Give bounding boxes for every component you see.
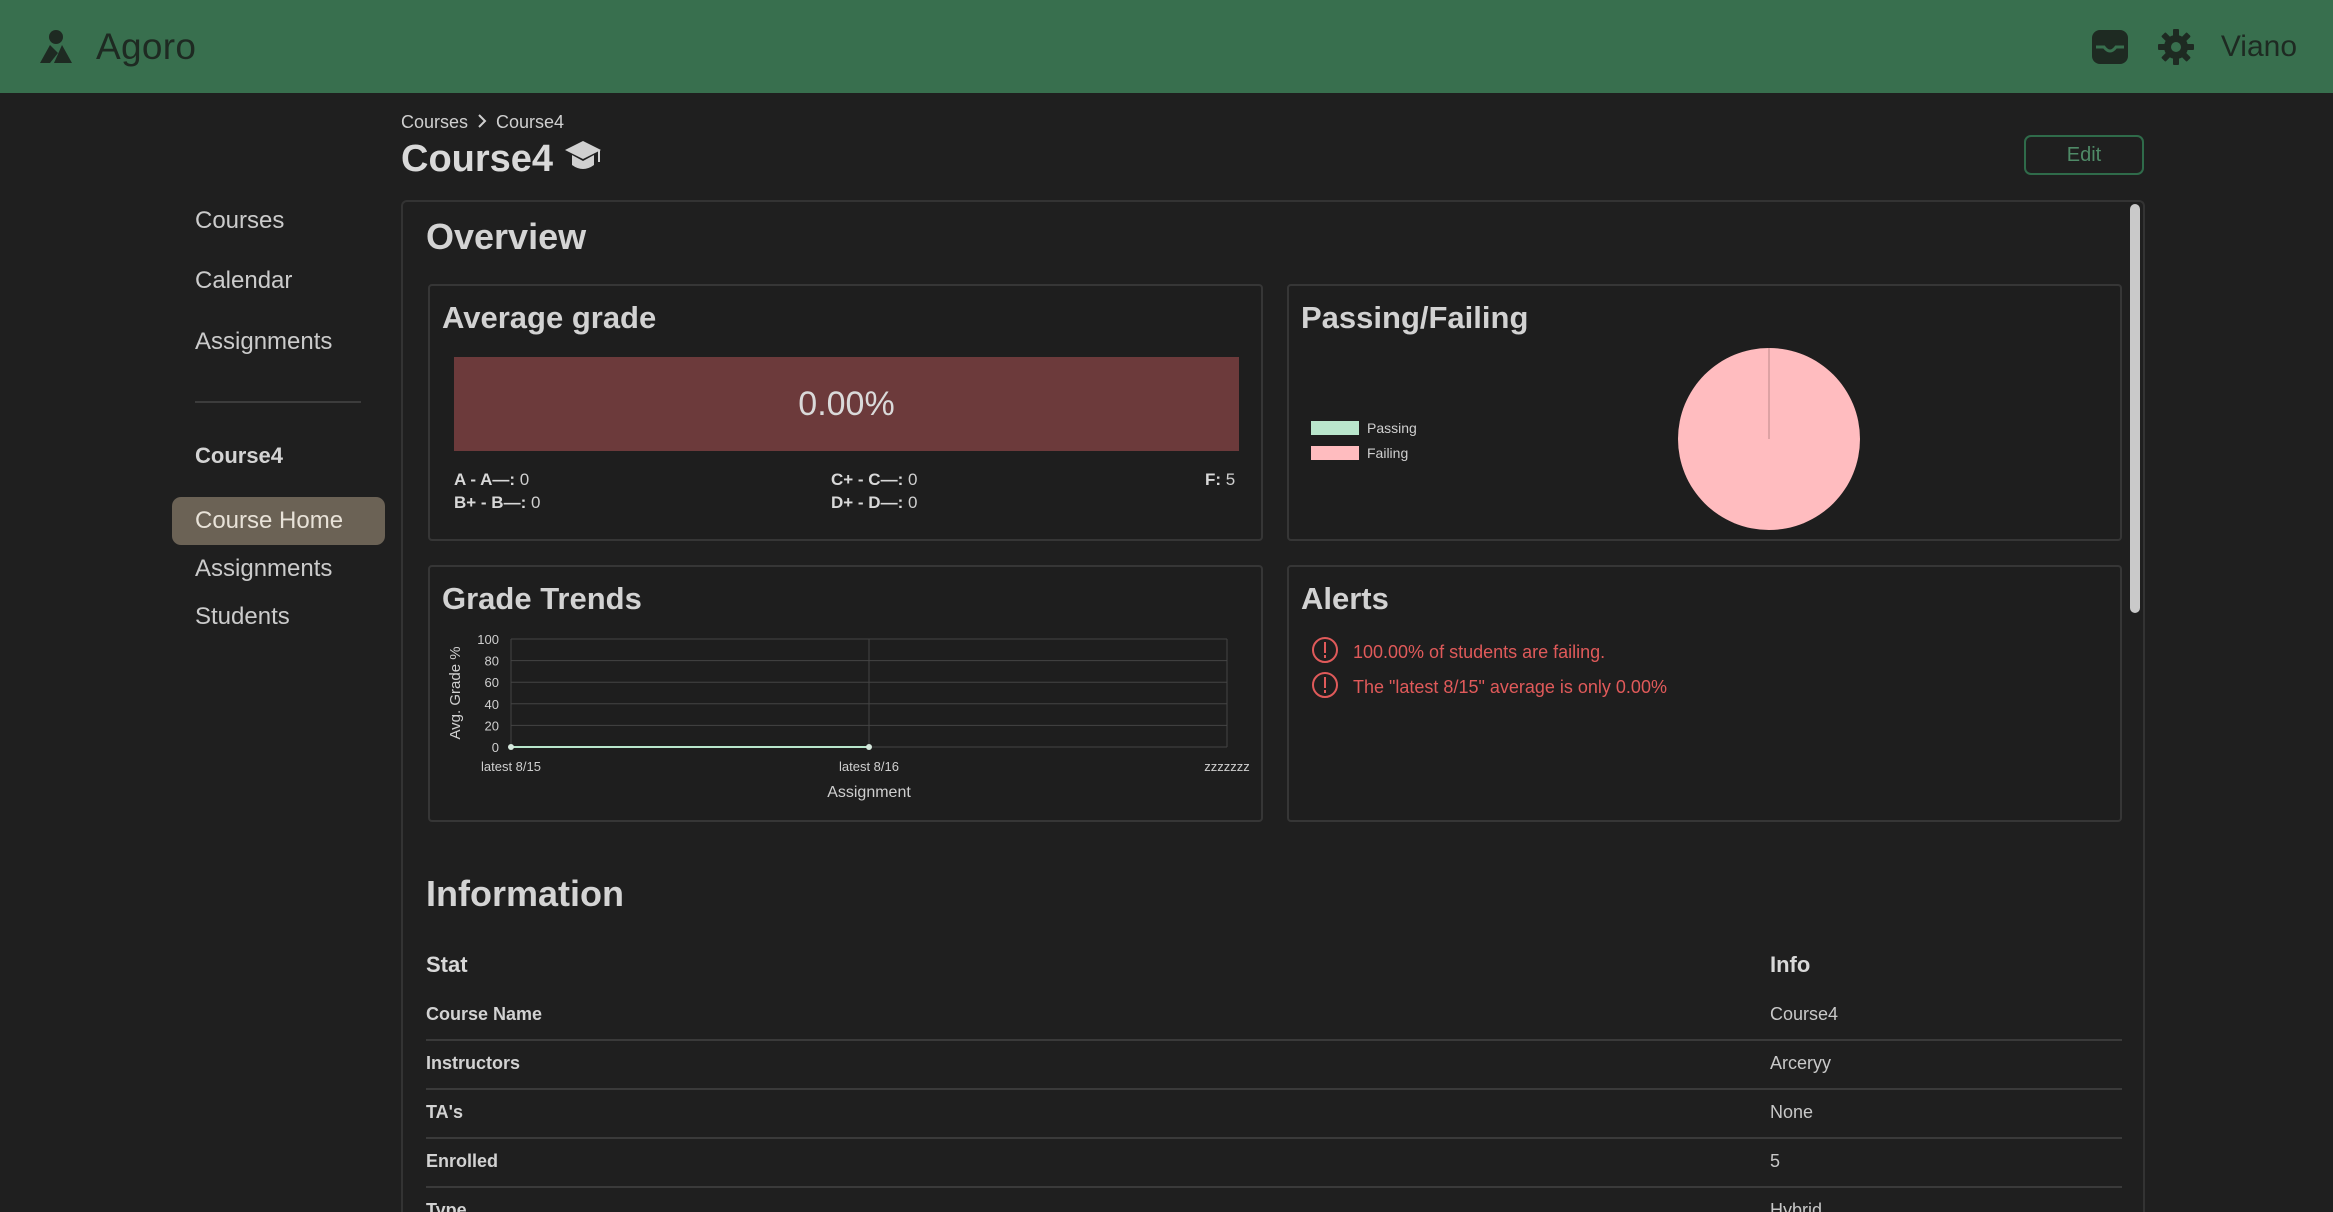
sidebar-item-calendar[interactable]: Calendar bbox=[172, 257, 387, 305]
x-axis-title: Assignment bbox=[827, 784, 911, 801]
inbox-icon[interactable] bbox=[2089, 26, 2131, 68]
alert-circle-icon bbox=[1311, 671, 1339, 704]
legend-item-failing[interactable]: Failing bbox=[1311, 440, 1417, 465]
info-cell: Course4 bbox=[1770, 1004, 1839, 1024]
grade-d-value: 0 bbox=[907, 493, 918, 512]
main-panel: Overview Average grade 0.00% A - A—: 0 B… bbox=[401, 200, 2145, 1212]
sidebar-course-heading: Course4 bbox=[195, 443, 284, 468]
grade-f-value: 5 bbox=[1225, 470, 1236, 489]
sidebar-item-courses[interactable]: Courses bbox=[172, 197, 387, 245]
stat-cell: Type bbox=[426, 1200, 467, 1212]
overview-title: Overview bbox=[426, 216, 587, 257]
sidebar-item-course-assignments[interactable]: Assignments bbox=[172, 545, 387, 593]
alert-text: The "latest 8/15" average is only 0.00% bbox=[1353, 677, 1667, 697]
average-grade-title: Average grade bbox=[442, 300, 657, 335]
x-tick-label: latest 8/15 bbox=[481, 759, 541, 774]
page-title-text: Course4 bbox=[401, 138, 554, 180]
gear-icon[interactable] bbox=[2155, 26, 2197, 68]
legend-swatch-failing bbox=[1311, 445, 1359, 460]
legend-swatch-passing bbox=[1311, 420, 1359, 435]
information-title: Information bbox=[426, 873, 624, 914]
user-menu[interactable]: Viano bbox=[2221, 30, 2297, 64]
app-name: Agoro bbox=[96, 25, 197, 67]
line-chart: 100 80 60 40 20 0 latest 8/15 latest 8/16 zzzzzz… bbox=[447, 632, 1250, 801]
alert-circle-icon bbox=[1311, 636, 1339, 669]
table-header: Stat Info bbox=[426, 942, 2122, 992]
table-row: Course Name Course4 bbox=[426, 992, 2122, 1041]
average-grade-value: 0.00% bbox=[798, 384, 895, 423]
table-row: Instructors Arceryy bbox=[426, 1041, 2122, 1090]
graduation-cap-icon bbox=[563, 138, 603, 181]
grade-c-label: C+ - C—: bbox=[831, 470, 904, 489]
y-tick-label: 40 bbox=[485, 697, 499, 712]
alert-item: 100.00% of students are failing. bbox=[1311, 636, 1605, 669]
sidebar-divider bbox=[195, 401, 361, 403]
info-table: Stat Info Course Name Course4 Instructor… bbox=[426, 942, 2122, 1212]
y-tick-label: 0 bbox=[492, 740, 499, 755]
sidebar-item-students[interactable]: Students bbox=[172, 593, 387, 641]
legend-label-failing: Failing bbox=[1367, 444, 1409, 461]
table-row: Enrolled 5 bbox=[426, 1139, 2122, 1188]
info-cell: Arceryy bbox=[1770, 1053, 1832, 1073]
grade-trends-card: Grade Trends 100 80 60 40 20 0 latest 8/15 late… bbox=[428, 565, 1263, 822]
sidebar-item-course-home[interactable]: Course Home bbox=[172, 497, 385, 545]
grade-d-label: D+ - D—: bbox=[831, 493, 904, 512]
legend-item-passing[interactable]: Passing bbox=[1311, 415, 1417, 440]
breadcrumb-current: Course4 bbox=[496, 112, 565, 132]
grade-b-value: 0 bbox=[530, 493, 541, 512]
pie-chart bbox=[1678, 348, 1860, 530]
grade-dist-cd: C+ - C—: 0 D+ - D—: 0 bbox=[831, 468, 917, 514]
grade-dist-f: F: 5 bbox=[1205, 468, 1235, 491]
table-row: Type Hybrid bbox=[426, 1188, 2122, 1212]
alerts-card: Alerts 100.00% of students are failing. … bbox=[1287, 565, 2122, 822]
stat-cell: Enrolled bbox=[426, 1151, 499, 1171]
top-bar: Agoro Viano bbox=[0, 0, 2333, 93]
grade-a-label: A - A—: bbox=[454, 470, 516, 489]
y-tick-label: 100 bbox=[477, 632, 499, 647]
topbar-actions: Viano bbox=[2089, 26, 2297, 68]
info-cell: None bbox=[1770, 1102, 1814, 1122]
stat-cell: TA's bbox=[426, 1102, 463, 1122]
breadcrumb-courses[interactable]: Courses bbox=[401, 112, 468, 133]
alerts-title: Alerts bbox=[1301, 581, 1389, 616]
grade-dist-ab: A - A—: 0 B+ - B—: 0 bbox=[454, 468, 540, 514]
y-tick-label: 80 bbox=[485, 654, 499, 669]
agoro-logo-icon bbox=[36, 27, 76, 67]
y-axis-title: Avg. Grade % bbox=[447, 646, 464, 739]
grade-f-label: F: bbox=[1205, 470, 1222, 489]
grade-a-value: 0 bbox=[519, 470, 530, 489]
passing-failing-title: Passing/Failing bbox=[1301, 300, 1529, 335]
average-grade-bar: 0.00% bbox=[454, 357, 1239, 451]
grade-b-label: B+ - B—: bbox=[454, 493, 527, 512]
passing-failing-card: Passing/Failing Passing Failing bbox=[1287, 284, 2122, 541]
sidebar-item-assignments[interactable]: Assignments bbox=[172, 318, 387, 366]
breadcrumb: Courses Course4 bbox=[401, 112, 564, 133]
info-cell: Hybrid bbox=[1770, 1200, 1823, 1212]
y-tick-label: 60 bbox=[485, 675, 499, 690]
stat-cell: Course Name bbox=[426, 1004, 543, 1024]
table-row: TA's None bbox=[426, 1090, 2122, 1139]
grade-trends-title: Grade Trends bbox=[442, 581, 642, 616]
edit-button[interactable]: Edit bbox=[2024, 135, 2144, 175]
page-title: Course4 bbox=[401, 138, 603, 181]
stat-cell: Instructors bbox=[426, 1053, 521, 1073]
data-point bbox=[866, 744, 872, 750]
chevron-right-icon bbox=[476, 112, 488, 133]
grade-c-value: 0 bbox=[907, 470, 918, 489]
alert-text: 100.00% of students are failing. bbox=[1353, 642, 1606, 662]
column-header-stat: Stat bbox=[426, 952, 468, 977]
scrollbar[interactable] bbox=[2130, 204, 2140, 613]
average-grade-card: Average grade 0.00% A - A—: 0 B+ - B—: 0… bbox=[428, 284, 1263, 541]
legend-label-passing: Passing bbox=[1367, 419, 1417, 436]
x-tick-label: latest 8/16 bbox=[839, 759, 899, 774]
y-tick-label: 20 bbox=[485, 718, 499, 733]
x-tick-label: zzzzzzz bbox=[1204, 759, 1250, 774]
pie-legend: Passing Failing bbox=[1311, 415, 1417, 465]
data-point bbox=[508, 744, 514, 750]
alert-item: The "latest 8/15" average is only 0.00% bbox=[1311, 671, 1667, 704]
brand[interactable]: Agoro bbox=[36, 26, 196, 68]
info-cell: 5 bbox=[1770, 1151, 1781, 1171]
column-header-info: Info bbox=[1770, 952, 1811, 977]
